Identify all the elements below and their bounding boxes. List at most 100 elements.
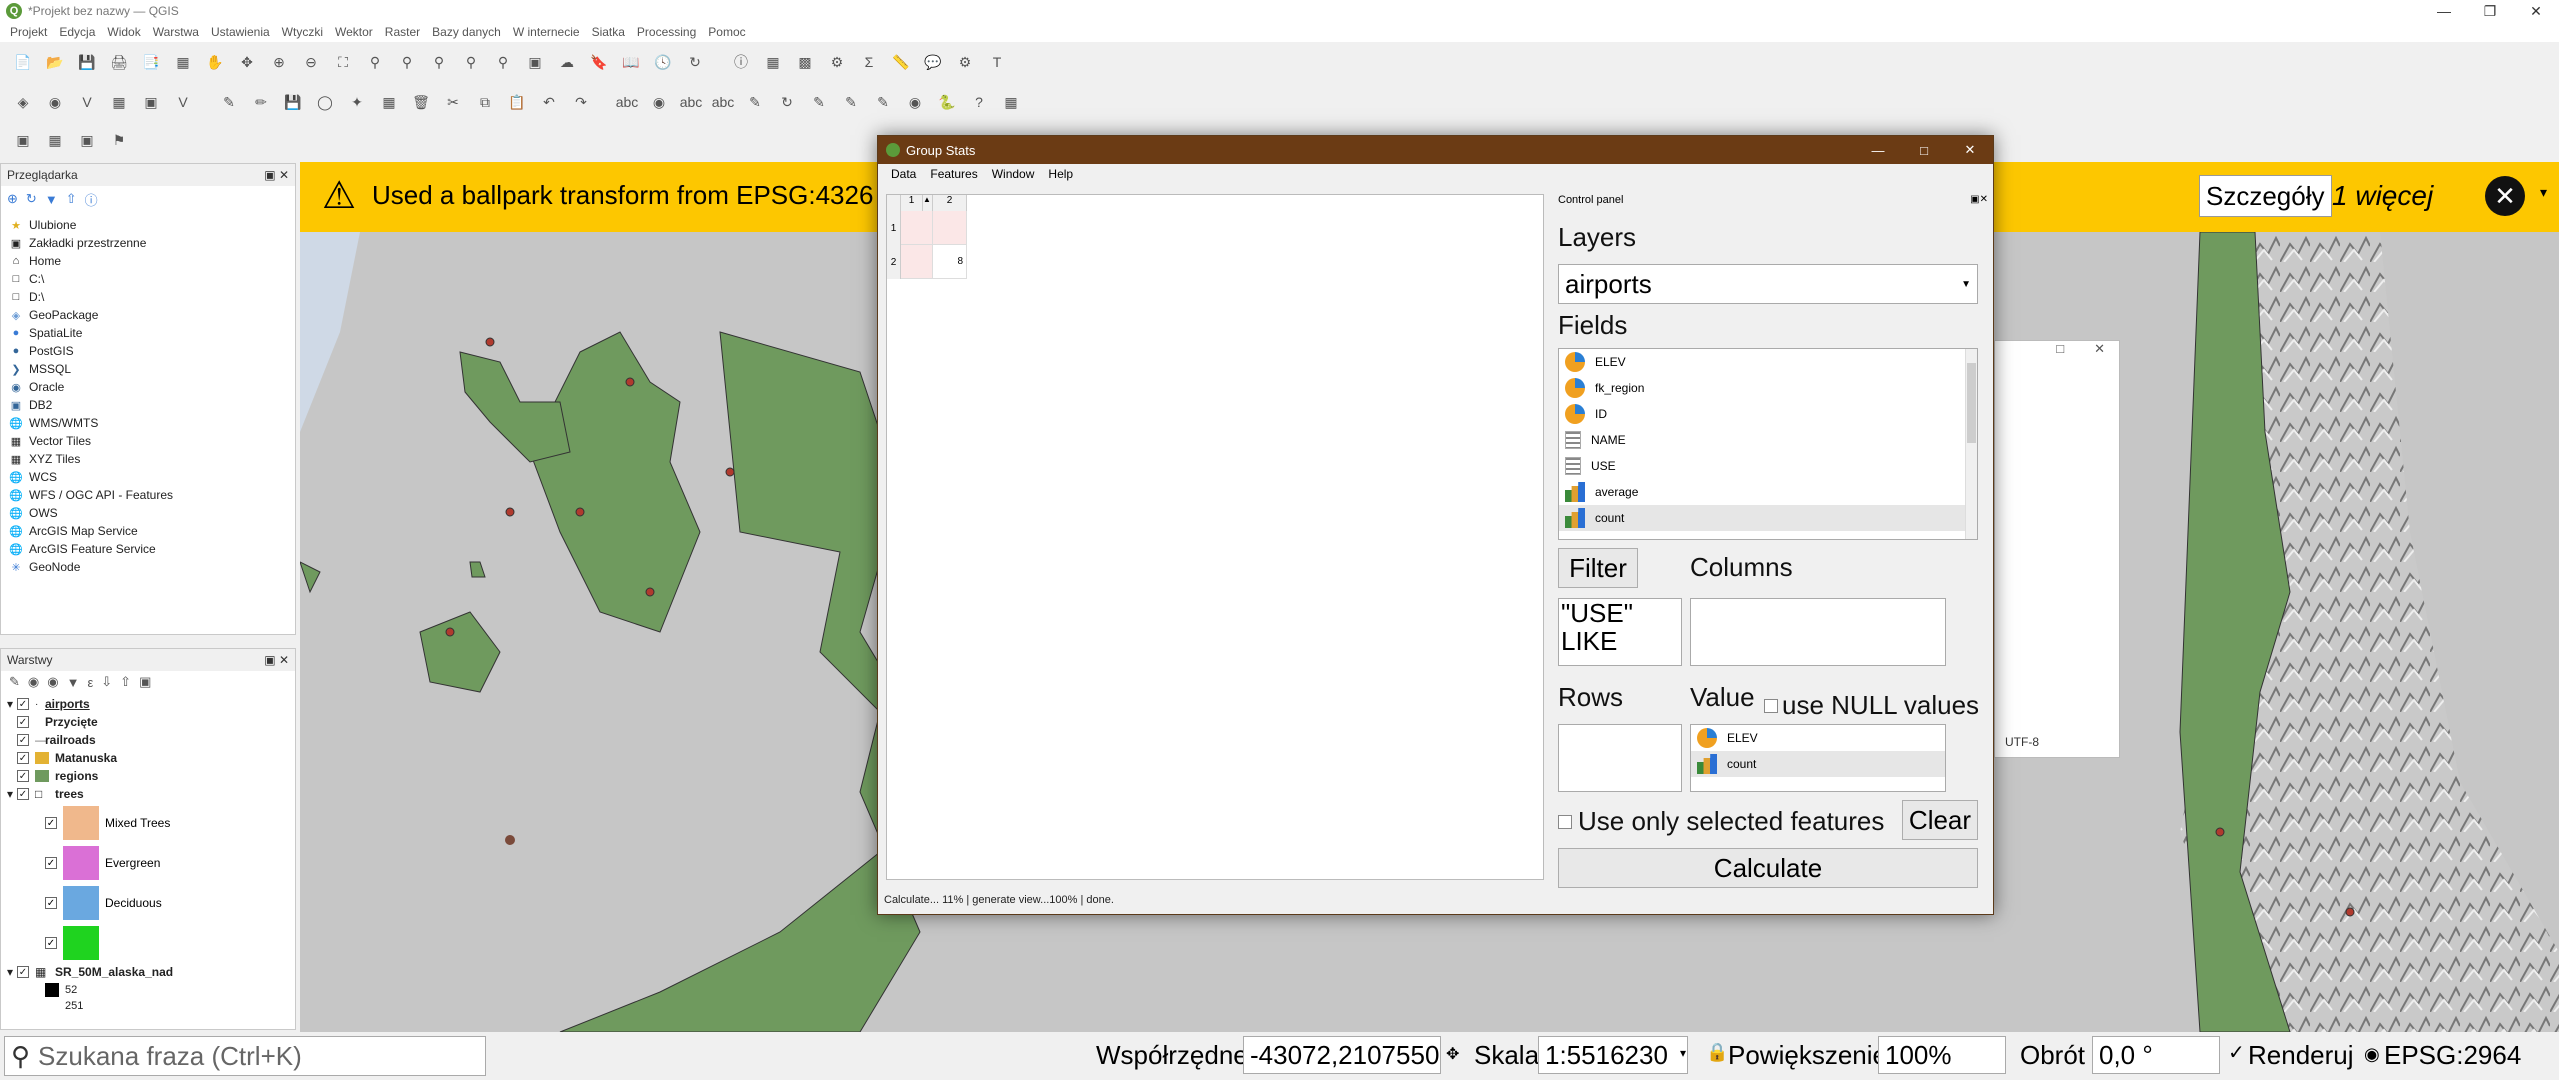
browser-item[interactable]: ▣ Zakładki przestrzenne [9, 234, 295, 252]
copy-features-icon[interactable]: ⧉ [474, 91, 496, 113]
group-stats-icon[interactable]: ◉ [904, 91, 926, 113]
collapse-icon[interactable]: ⇧ [120, 674, 131, 690]
layer-item-trees[interactable]: ▾ ✓ □ trees [7, 785, 295, 803]
temporal-controller-icon[interactable]: 🕓 [652, 51, 674, 73]
field-item[interactable]: fk_region [1559, 375, 1977, 401]
menu-siatka[interactable]: Siatka [586, 25, 631, 39]
rotation-field[interactable]: 0,0 ° [2092, 1036, 2220, 1074]
panel-close-icon[interactable]: ▣ ✕ [264, 168, 289, 182]
zoom-selection-icon[interactable]: ⚲ [364, 51, 386, 73]
layer-item-raster[interactable]: ▾ ✓ ▦ SR_50M_alaska_nad [7, 963, 295, 981]
label-show-icon[interactable]: ✎ [840, 91, 862, 113]
layer-item-matanuska[interactable]: ✓ Matanuska [7, 749, 295, 767]
crs-icon[interactable]: ◉ [2364, 1044, 2380, 1065]
refresh-icon[interactable]: ↻ [684, 51, 706, 73]
value-item[interactable]: ELEV [1691, 725, 1945, 751]
field-item[interactable]: ELEV [1559, 349, 1977, 375]
remove-layer-icon[interactable]: ▣ [139, 674, 151, 690]
browser-item[interactable]: ✳ GeoNode [9, 558, 295, 576]
browser-item[interactable]: ● PostGIS [9, 342, 295, 360]
style-manager-icon[interactable]: ▦ [172, 51, 194, 73]
save-edits-icon[interactable]: 💾 [282, 91, 304, 113]
layer-item-przyciete[interactable]: ✓ Przycięte [7, 713, 295, 731]
minimize-icon[interactable]: — [1855, 136, 1901, 164]
value-item[interactable]: count [1691, 751, 1945, 777]
layer-select[interactable]: airports ▼ [1558, 264, 1978, 304]
column-header[interactable]: 1 [901, 195, 923, 211]
menu-features[interactable]: Features [923, 167, 984, 181]
browser-item[interactable]: 🌐 WCS [9, 468, 295, 486]
columns-drop-area[interactable] [1690, 598, 1946, 666]
filter-button[interactable]: Filter [1558, 548, 1638, 588]
menu-processing[interactable]: Processing [631, 25, 702, 39]
coordinate-toggle-icon[interactable]: ✥ [1446, 1044, 1459, 1064]
deselect-icon[interactable]: ▣ [76, 129, 98, 151]
bookmark-icon[interactable]: 🔖 [588, 51, 610, 73]
legend-item[interactable]: ✓ Mixed Trees [45, 803, 295, 843]
menu-window[interactable]: Window [985, 167, 1042, 181]
new-3d-view-icon[interactable]: ☁ [556, 51, 578, 73]
cut-features-icon[interactable]: ✂ [442, 91, 464, 113]
browser-item[interactable]: □ D:\ [9, 288, 295, 306]
menu-wektor[interactable]: Wektor [329, 25, 379, 39]
label-rotate-icon[interactable]: ↻ [776, 91, 798, 113]
layer-item-railroads[interactable]: ✓ — railroads [7, 731, 295, 749]
table-cell[interactable] [933, 211, 967, 245]
open-project-icon[interactable]: 📂 [44, 51, 66, 73]
calculate-button[interactable]: Calculate [1558, 848, 1978, 888]
collapse-all-icon[interactable]: ⇧ [66, 191, 77, 207]
close-icon[interactable]: ✕ [2513, 0, 2559, 22]
help-icon[interactable]: ? [968, 91, 990, 113]
add-selected-layers-icon[interactable]: ⊕ [7, 191, 18, 207]
expand-icon[interactable]: ⇩ [101, 674, 112, 690]
menu-edycja[interactable]: Edycja [53, 25, 101, 39]
render-checkbox-icon[interactable]: ✓ [2228, 1040, 2245, 1065]
browser-item[interactable]: ★ Ulubione [9, 216, 295, 234]
table-row[interactable]: 1 [887, 211, 1543, 245]
modify-attributes-icon[interactable]: ▦ [378, 91, 400, 113]
add-feature-icon[interactable]: ◯ [314, 91, 336, 113]
zoom-layer-icon[interactable]: ⚲ [396, 51, 418, 73]
restore-icon[interactable]: ❐ [2467, 0, 2513, 22]
zoom-last-icon[interactable]: ⚲ [460, 51, 482, 73]
browser-item[interactable]: ❯ MSSQL [9, 360, 295, 378]
label-change-icon[interactable]: ✎ [808, 91, 830, 113]
rows-drop-area[interactable] [1558, 724, 1682, 792]
table-cell[interactable]: 8 [933, 245, 967, 279]
layer-item-airports[interactable]: ▾ ✓ · airports [7, 695, 295, 713]
legend-item[interactable]: ✓ Deciduous [45, 883, 295, 923]
processing-toolbox-icon[interactable]: ⚙ [826, 51, 848, 73]
use-selected-features[interactable]: Use only selected features [1558, 806, 1884, 837]
label-pin-icon[interactable]: abc [680, 91, 703, 113]
menu-raster[interactable]: Raster [379, 25, 426, 39]
crs-label[interactable]: EPSG:2964 [2384, 1040, 2521, 1071]
use-selected-checkbox[interactable] [1558, 814, 1572, 829]
zoom-out-icon[interactable]: ⊖ [300, 51, 322, 73]
table-cell[interactable] [901, 245, 933, 279]
attribute-table-icon[interactable]: ▦ [762, 51, 784, 73]
minimize-icon[interactable]: — [2421, 0, 2467, 22]
add-group-icon[interactable]: ◉ [28, 674, 39, 690]
add-layer-icon[interactable]: ◉ [44, 91, 66, 113]
legend-item[interactable]: ✓ [45, 923, 295, 963]
browser-item[interactable]: ▦ XYZ Tiles [9, 450, 295, 468]
pan-to-selection-icon[interactable]: ✥ [236, 51, 258, 73]
refresh-icon[interactable]: ↻ [26, 191, 37, 207]
undo-icon[interactable]: ↶ [538, 91, 560, 113]
eye-icon[interactable]: ◉ [47, 674, 58, 690]
add-mesh-layer-icon[interactable]: ▣ [140, 91, 162, 113]
table-cell[interactable] [901, 211, 933, 245]
show-bookmarks-icon[interactable]: 📖 [620, 51, 642, 73]
column-header[interactable]: 2 [933, 195, 967, 211]
add-raster-layer-icon[interactable]: ▦ [108, 91, 130, 113]
browser-item[interactable]: 🌐 WMS/WMTS [9, 414, 295, 432]
table-row[interactable]: 2 8 [887, 245, 1543, 279]
browser-item[interactable]: ▦ Vector Tiles [9, 432, 295, 450]
info-icon[interactable]: ⓘ [85, 190, 98, 209]
measure-icon[interactable]: 📏 [890, 51, 912, 73]
close-icon[interactable]: ✕ [2094, 341, 2105, 365]
browser-item[interactable]: ▣ DB2 [9, 396, 295, 414]
browser-item[interactable]: □ C:\ [9, 270, 295, 288]
chevron-down-icon[interactable]: ▾ [1680, 1046, 1686, 1060]
statistical-summary-icon[interactable]: Σ [858, 51, 880, 73]
